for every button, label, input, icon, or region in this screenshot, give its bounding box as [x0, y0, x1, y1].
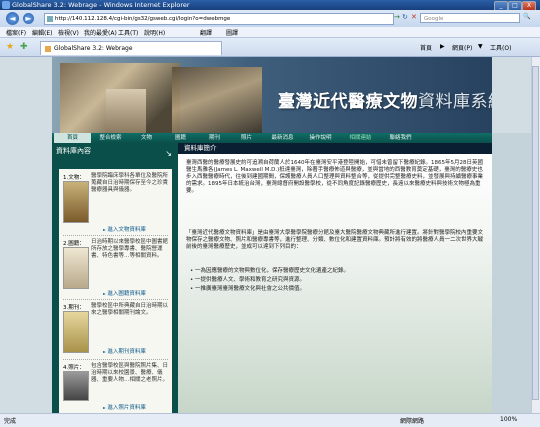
nav-home[interactable]: 首頁 — [54, 133, 91, 143]
content-header: 資料庫簡介 — [178, 143, 492, 154]
home-button[interactable]: 首頁 — [420, 43, 432, 52]
favorites-star-icon[interactable]: ★ — [6, 42, 14, 52]
list-item: 1.文物： 醫學院臨床學科各單位及醫院所蒐藏自日治時期保存至今之珍貴醫療器具與儀… — [63, 173, 169, 233]
search-icon[interactable]: 🔍 — [523, 13, 530, 20]
sidebar-title: 資料庫內容 — [56, 147, 91, 155]
back-icon[interactable]: ◄ — [6, 12, 19, 25]
intro-paragraph: 臺灣西醫的醫療發展史約可追溯自荷蘭人於1640年在臺灣安平港登陸開始，可惜未曾留… — [186, 160, 484, 194]
address-input[interactable]: http://140.112.128.4/cgi-bin/gs32/gsweb.… — [44, 13, 394, 25]
content-body: 臺灣西醫的醫療發展史約可追溯自荷蘭人於1640年在臺灣安平港登陸開始，可惜未曾留… — [178, 154, 492, 413]
arrow-icon: ↘ — [165, 149, 172, 158]
divider — [63, 359, 168, 360]
zone-text: 網際網路 — [400, 418, 425, 425]
address-toolbar: ◄ ► http://140.112.128.4/cgi-bin/gs32/gs… — [0, 10, 540, 27]
stop-icon[interactable]: ✕ — [411, 13, 417, 21]
site-banner: 臺灣近代醫療文物資料庫系統 — [52, 57, 492, 133]
journal-db-link[interactable]: 進入期刊資料庫 — [103, 347, 146, 355]
goal-item: 一提供醫療人文、學術和教育之研究與資源。 — [190, 275, 305, 283]
page-icon — [47, 16, 53, 22]
nav-help[interactable]: 操作說明 — [302, 133, 339, 143]
translate-button[interactable]: 翻譯 — [200, 28, 212, 37]
search-input[interactable]: Google — [420, 13, 520, 23]
banner-book-image — [106, 89, 146, 133]
tab-active[interactable]: GlobalShare 3.2: Webrage — [40, 41, 222, 55]
site-title-main: 臺灣近代醫療文物 — [278, 92, 418, 112]
nav-photos[interactable]: 照片 — [228, 133, 265, 143]
list-item: 2.圖籍： 日治時期以來醫學校區中圖書館所存放之醫學專書、醫院營運書、特色書等…… — [63, 239, 169, 297]
book-db-link[interactable]: 進入圖籍資料庫 — [103, 289, 146, 297]
item-title: 3.期刊： — [63, 305, 85, 311]
item-title: 1.文物： — [63, 175, 85, 181]
window-title: GlobalShare 3.2: Webrage - Windows Inter… — [12, 1, 190, 9]
divider — [63, 235, 168, 236]
status-bar: 完成 網際網路 100% — [0, 413, 540, 427]
divider — [63, 299, 168, 300]
page-viewport: 臺灣近代醫療文物資料庫系統 首頁 整合檢索 文物 圖籍 期刊 照片 最新消息 操… — [0, 57, 531, 413]
image-translate-button[interactable]: 圖譯 — [226, 28, 238, 37]
right-margin — [492, 133, 531, 413]
photo-db-link[interactable]: 進入照片資料庫 — [103, 403, 146, 411]
nav-integrated-search[interactable]: 整合檢索 — [92, 133, 129, 143]
book-thumbnail[interactable] — [63, 247, 89, 289]
menu-edit[interactable]: 編輯(E) — [32, 28, 52, 37]
list-item: 4.照片： 包含醫學校區與醫院照片集、日治時期以來校園景、醫療、儀器、重要人物…… — [63, 363, 169, 413]
ie-icon — [2, 1, 10, 9]
item-description: 醫學校區中所典藏自日治時期以來之醫學相關期刊論文。 — [91, 303, 169, 316]
tab-favicon-icon — [45, 45, 51, 52]
window-titlebar: GlobalShare 3.2: Webrage - Windows Inter… — [0, 0, 540, 11]
item-description: 醫學院臨床學科各單位及醫院所蒐藏自日治時期保存至今之珍貴醫療器具與儀器。 — [91, 173, 169, 193]
goal-item: 一為因應醫療的文物與數位化，保存醫療歷史文化遺產之紀錄。 — [190, 266, 349, 274]
artifact-db-link[interactable]: 進入文物資料庫 — [103, 225, 146, 233]
menu-help[interactable]: 說明(H) — [144, 28, 165, 37]
scrollbar-thumb[interactable] — [532, 66, 539, 400]
purpose-paragraph: 「臺灣近代醫療文物資料庫」是由臺灣大學醫學院醫療分館及臺大醫院醫療文物典藏所進行… — [186, 230, 484, 250]
goal-item: 一推廣臺灣臺灣醫療文化與社會之公共價值。 — [190, 284, 305, 292]
site-title: 臺灣近代醫療文物資料庫系統 — [278, 87, 492, 112]
go-icon[interactable]: → — [394, 13, 400, 21]
nav-links[interactable]: 相關連結 — [342, 133, 379, 143]
zoom-level[interactable]: 100% — [500, 416, 517, 423]
item-description: 包含醫學校區與醫院照片集、日治時期以來校園景、醫療、儀器、重要人物…相關之老照片… — [91, 363, 169, 383]
item-description: 日治時期以來醫學校區中圖書館所存放之醫學專書、醫院營運書、特色書等…等相關資料。 — [91, 239, 169, 259]
nav-books[interactable]: 圖籍 — [162, 133, 199, 143]
menu-favorites[interactable]: 我的最愛(A) — [84, 28, 117, 37]
item-title: 2.圖籍： — [63, 241, 85, 247]
list-item: 3.期刊： 醫學校區中所典藏自日治時期以來之醫學相關期刊論文。 進入期刊資料庫 — [63, 303, 169, 357]
nav-contact[interactable]: 聯絡我們 — [382, 133, 419, 143]
menu-view[interactable]: 檢視(V) — [58, 28, 79, 37]
tab-bar: ★ ✚ GlobalShare 3.2: Webrage 首頁 ▶ 網頁(P) … — [0, 38, 540, 57]
menu-file[interactable]: 檔案(F) — [6, 28, 26, 37]
nav-news[interactable]: 最新消息 — [264, 133, 301, 143]
add-favorite-icon[interactable]: ✚ — [20, 42, 28, 52]
status-text: 完成 — [4, 418, 17, 425]
artifact-thumbnail[interactable] — [63, 181, 89, 223]
address-url: http://140.112.128.4/cgi-bin/gs32/gsweb.… — [55, 16, 231, 22]
forward-icon[interactable]: ► — [23, 13, 34, 24]
refresh-icon[interactable]: ↻ — [402, 13, 408, 21]
nav-artifacts[interactable]: 文物 — [128, 133, 165, 143]
photo-thumbnail[interactable] — [63, 371, 89, 401]
journal-thumbnail[interactable] — [63, 311, 89, 353]
main-content: 資料庫簡介 臺灣西醫的醫療發展史約可追溯自荷蘭人於1640年在臺灣安平港登陸開始… — [178, 143, 492, 413]
item-title: 4.照片： — [63, 365, 85, 371]
site-title-sub: 資料庫系統 — [418, 92, 492, 112]
sidebar-header: 資料庫內容 ↘ — [52, 143, 178, 159]
page-menu-button[interactable]: 網頁(P) — [452, 43, 472, 52]
main-nav: 首頁 整合檢索 文物 圖籍 期刊 照片 最新消息 操作說明 相關連結 聯絡我們 — [52, 133, 492, 143]
menu-bar: 檔案(F) 編輯(E) 檢視(V) 我的最愛(A) 工具(T) 說明(H) 翻譯… — [0, 27, 540, 38]
print-icon[interactable]: ▼ — [478, 43, 483, 50]
database-list: 1.文物： 醫學院臨床學科各單位及醫院所蒐藏自日治時期保存至今之珍貴醫療器具與儀… — [59, 169, 172, 413]
banner-machine-image — [172, 67, 262, 133]
feed-icon[interactable]: ▶ — [440, 43, 445, 50]
menu-tools[interactable]: 工具(T) — [118, 28, 138, 37]
content-title: 資料庫簡介 — [184, 144, 217, 152]
tools-menu-button[interactable]: 工具(O) — [490, 43, 511, 52]
tab-title: GlobalShare 3.2: Webrage — [54, 45, 133, 52]
left-sidebar: 資料庫內容 ↘ 1.文物： 醫學院臨床學科各單位及醫院所蒐藏自日治時期保存至今之… — [52, 143, 178, 413]
